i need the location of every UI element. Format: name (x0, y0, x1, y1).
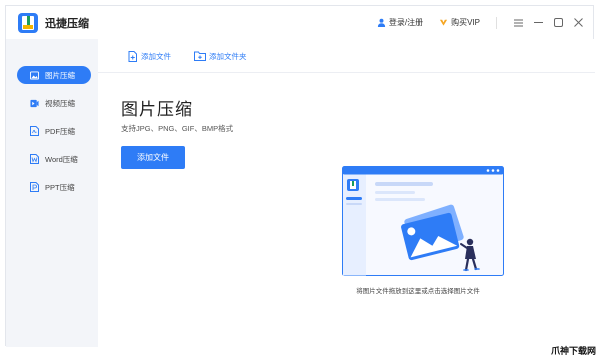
add-file-tool[interactable]: 添加文件 (128, 39, 171, 73)
close-icon (573, 18, 583, 27)
menu-button[interactable] (509, 14, 527, 32)
close-button[interactable] (569, 14, 587, 32)
supported-formats-text: 支持JPG、PNG、GIF、BMP格式 (121, 124, 234, 133)
minimize-button[interactable] (529, 14, 547, 32)
login-label: 登录/注册 (388, 18, 424, 27)
sidebar-item-label: Word压缩 (45, 154, 78, 164)
sidebar-item-ppt[interactable]: PPT压缩 (17, 178, 91, 196)
app-logo-icon (18, 12, 38, 33)
login-button[interactable]: 登录/注册 (377, 17, 423, 28)
buy-vip-button[interactable]: 购买VIP (439, 17, 480, 28)
sidebar-item-pdf[interactable]: PDF压缩 (17, 122, 91, 140)
sidebar-item-label: PPT压缩 (45, 182, 75, 192)
sidebar-item-image[interactable]: 图片压缩 (17, 66, 91, 84)
sidebar-item-label: 视频压缩 (45, 98, 75, 108)
image-icon (30, 70, 39, 80)
drop-zone[interactable] (342, 166, 504, 276)
title-bar-divider (496, 16, 497, 29)
title-bar-actions: 登录/注册 购买VIP (377, 6, 587, 39)
main-content: 添加文件 添加文件夹 图片压缩 支持JPG、PNG、GIF、BMP格式 添加文件 (98, 39, 595, 347)
maximize-button[interactable] (549, 14, 567, 32)
add-file-icon (128, 50, 137, 62)
app-title: 迅捷压缩 (45, 17, 89, 30)
user-icon (377, 18, 385, 27)
add-folder-tool-label: 添加文件夹 (209, 51, 247, 61)
sidebar-item-label: 图片压缩 (45, 70, 75, 80)
sidebar-item-video[interactable]: 视频压缩 (17, 94, 91, 112)
add-folder-tool[interactable]: 添加文件夹 (194, 39, 247, 73)
maximize-icon (553, 18, 563, 27)
video-icon (30, 98, 39, 108)
ppt-icon (30, 182, 39, 192)
toolbar: 添加文件 添加文件夹 (98, 39, 595, 73)
drop-hint-text: 将图片文件拖放到这里或点击选择图片文件 (356, 288, 480, 295)
watermark: 爪神下载网 (550, 346, 596, 356)
add-file-button[interactable]: 添加文件 (121, 146, 185, 169)
title-bar: 迅捷压缩 登录/注册 购买VIP (6, 6, 593, 39)
add-file-tool-label: 添加文件 (141, 51, 171, 61)
vip-label: 购买VIP (451, 18, 480, 27)
minimize-icon (533, 22, 543, 23)
hamburger-icon (513, 19, 523, 26)
sidebar-item-word[interactable]: Word压缩 (17, 150, 91, 168)
sidebar: 图片压缩 视频压缩 PDF压缩 Word压缩 PPT压缩 (6, 39, 98, 347)
pdf-icon (30, 126, 39, 136)
add-folder-icon (194, 51, 206, 61)
sidebar-item-label: PDF压缩 (45, 126, 75, 136)
word-icon (30, 154, 39, 164)
app-window: 迅捷压缩 登录/注册 购买VIP 图片压缩 视频压缩 PDF压缩 Word压缩 … (5, 5, 595, 347)
vip-icon (439, 19, 448, 26)
drop-illustration (342, 166, 504, 276)
page-title: 图片压缩 (121, 100, 193, 119)
